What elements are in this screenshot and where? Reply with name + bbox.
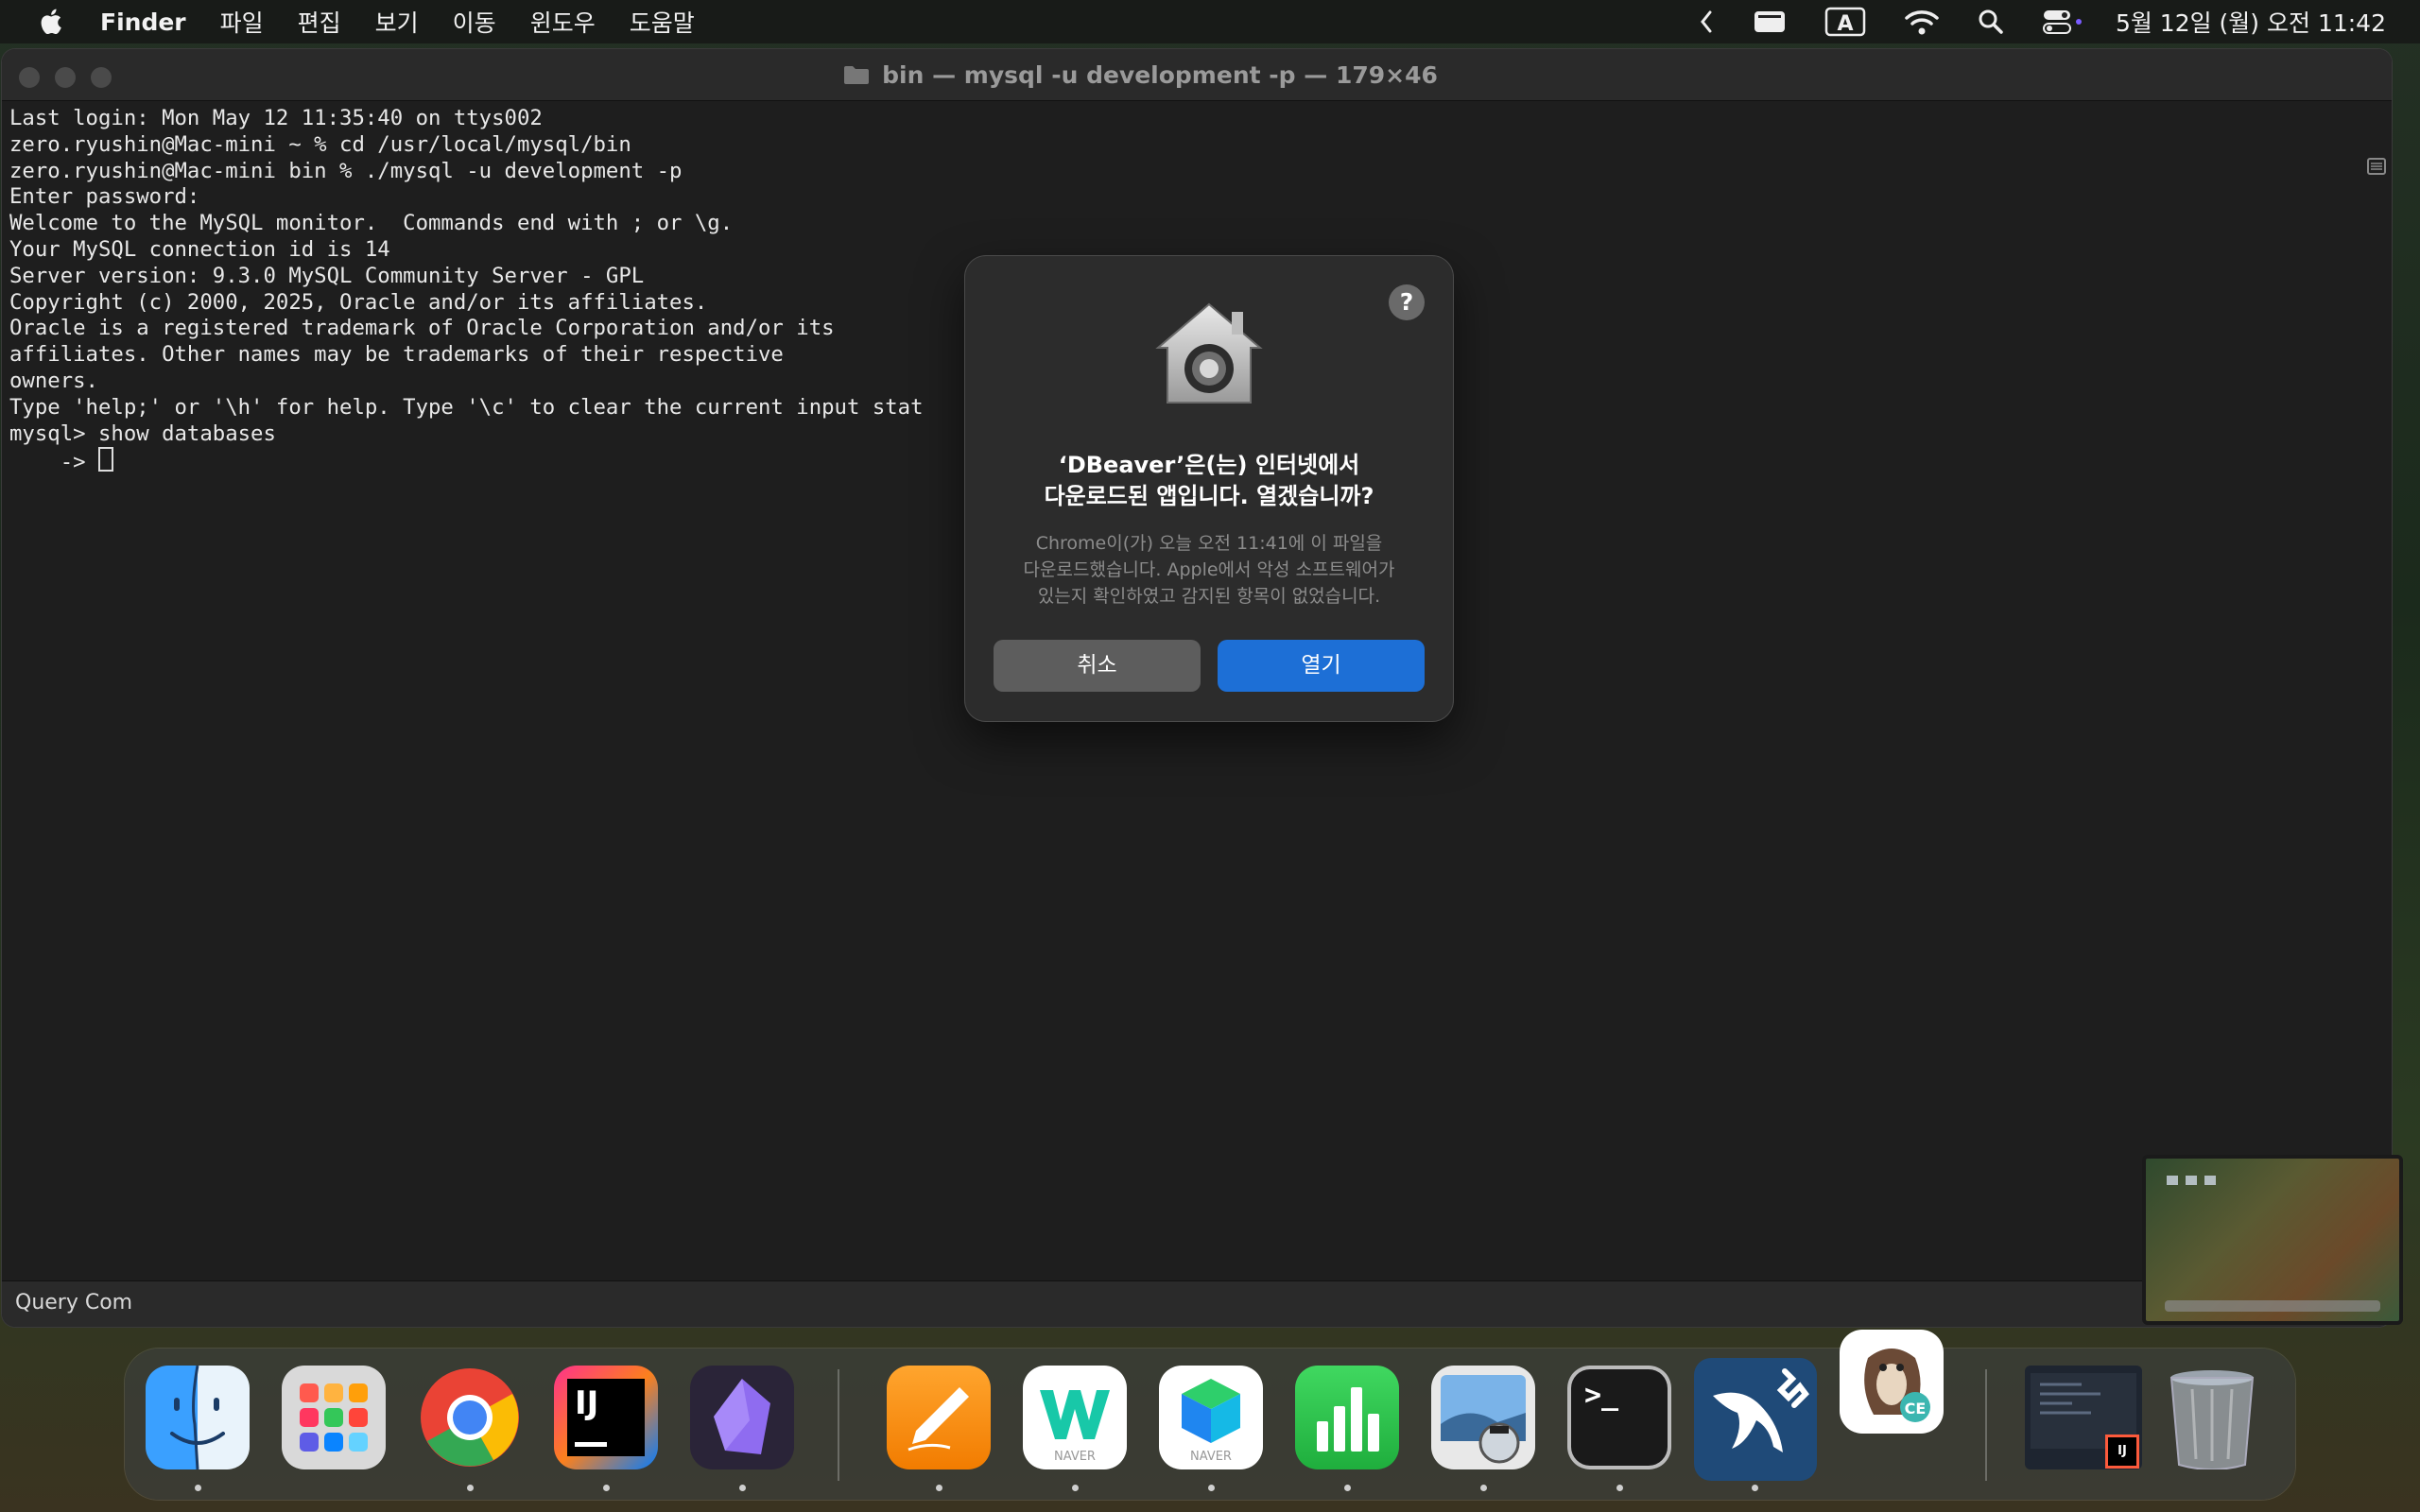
dock-dbeaver[interactable]: CE <box>1840 1330 1944 1434</box>
control-center-icon[interactable] <box>2042 8 2083 36</box>
dock-terminal[interactable]: >_ <box>1567 1366 1671 1469</box>
naver-box-label: NAVER <box>1190 1450 1232 1464</box>
running-indicator <box>1480 1485 1487 1491</box>
dialog-heading-line: ‘DBeaver’은(는) 인터넷에서 <box>1058 452 1360 478</box>
help-button[interactable]: ? <box>1389 284 1425 320</box>
intellij-small-badge: IJ <box>2108 1437 2136 1466</box>
terminal-title: bin — mysql -u development -p — 179×46 <box>842 61 1438 89</box>
dock-pages[interactable] <box>887 1366 991 1469</box>
obsidian-icon <box>714 1379 770 1454</box>
dialog-message: Chrome이(가) 오늘 오전 11:41에 이 파일을 다운로드했습니다. … <box>994 530 1425 610</box>
folder-icon <box>844 66 870 84</box>
menu-help[interactable]: 도움말 <box>630 5 695 39</box>
dock-mysql-workbench[interactable] <box>1694 1358 1817 1481</box>
dialog-heading-line: 다운로드된 앱입니다. 열겠습니까? <box>1044 483 1374 509</box>
menu-window[interactable]: 윈도우 <box>530 5 596 39</box>
dock-obsidian[interactable] <box>690 1366 794 1469</box>
cancel-button[interactable]: 취소 <box>994 640 1201 692</box>
intellij-underline <box>575 1442 607 1447</box>
pages-pen-icon <box>908 1387 969 1452</box>
chrome-icon <box>421 1368 519 1467</box>
dock-naver-box[interactable]: NAVER <box>1159 1366 1263 1469</box>
gatekeeper-house-icon <box>1155 302 1263 404</box>
naver-box-cube-icon: NAVER <box>1182 1379 1240 1464</box>
dock: IJ NAVER NAVER >_ CE IJ <box>125 1330 2295 1500</box>
numbers-bars-icon <box>1317 1387 1379 1452</box>
wifi-icon[interactable] <box>1904 8 1940 36</box>
menu-bar: Finder 파일 편집 보기 이동 윈도우 도움말 A 5월 12일 (월) … <box>0 0 2420 43</box>
status-bar: Query Com <box>2 1280 2392 1327</box>
dialog-message-line: 다운로드했습니다. Apple에서 악성 소프트웨어가 <box>1023 559 1395 580</box>
menu-bar-clock[interactable]: 5월 12일 (월) 오전 11:42 <box>2116 5 2386 39</box>
input-source-label: A <box>1837 12 1853 36</box>
running-indicator <box>1208 1485 1215 1491</box>
mysql-dolphin-icon <box>1713 1368 1809 1452</box>
intellij-logo-text: IJ <box>575 1384 599 1422</box>
dock-trash[interactable] <box>2157 1366 2267 1469</box>
dock-finder[interactable] <box>146 1366 250 1469</box>
terminal-continuation-prompt: -> <box>9 450 98 475</box>
terminal-scrollbar[interactable] <box>2363 102 2392 1274</box>
open-app-dialog: ? ‘DBeaver’은(는) 인터넷에서 다운로드된 앱입니다. 열겠습니까?… <box>965 256 1453 721</box>
terminal-app-icon: >_ <box>1584 1379 1619 1412</box>
naver-label: NAVER <box>1054 1450 1096 1464</box>
dialog-heading: ‘DBeaver’은(는) 인터넷에서 다운로드된 앱입니다. 열겠습니까? <box>984 450 1434 512</box>
menu-edit[interactable]: 편집 <box>298 5 341 39</box>
running-indicator <box>1072 1485 1079 1491</box>
terminal-line: Last login: Mon May 12 11:35:40 on ttys0… <box>9 106 543 130</box>
chevron-left-icon[interactable] <box>1698 9 1715 34</box>
running-indicator <box>739 1485 746 1491</box>
terminal-line: zero.ryushin@Mac-mini bin % ./mysql -u d… <box>9 158 683 183</box>
trash-icon <box>2169 1370 2255 1469</box>
dock-launchpad[interactable] <box>282 1366 386 1469</box>
terminal-line: Enter password: <box>9 184 200 210</box>
dock-separator <box>1985 1369 1987 1481</box>
running-indicator <box>1752 1485 1758 1491</box>
status-text: Query Com <box>15 1291 133 1314</box>
running-indicator <box>1344 1485 1351 1491</box>
close-window-button[interactable] <box>19 67 40 88</box>
minimize-window-button[interactable] <box>55 67 76 88</box>
dock-preview[interactable] <box>1431 1366 1535 1469</box>
running-indicator <box>195 1485 201 1491</box>
terminal-cursor <box>97 447 113 472</box>
intellij-icon: IJ <box>567 1379 645 1456</box>
terminal-line: zero.ryushin@Mac-mini ~ % cd /usr/local/… <box>9 131 631 157</box>
display-icon[interactable] <box>1753 9 1787 35</box>
menu-bar-status-area: A 5월 12일 (월) 오전 11:42 <box>1660 0 2386 43</box>
running-indicator <box>1616 1485 1623 1491</box>
dock-minimized-window[interactable]: IJ <box>2025 1366 2142 1469</box>
dock-intellij[interactable]: IJ <box>554 1366 658 1469</box>
preview-icon <box>1441 1375 1526 1464</box>
dbeaver-beaver-icon: CE <box>1864 1349 1930 1422</box>
terminal-title-bar[interactable]: bin — mysql -u development -p — 179×46 <box>2 49 2392 101</box>
terminal-line: Welcome to the MySQL monitor. Commands e… <box>9 211 734 236</box>
terminal-title-text: bin — mysql -u development -p — 179×46 <box>882 60 1438 89</box>
launchpad-grid-icon <box>300 1383 368 1452</box>
dialog-message-line: Chrome이(가) 오늘 오전 11:41에 이 파일을 <box>1035 533 1383 554</box>
dbeaver-edition-badge: CE <box>1905 1400 1927 1418</box>
window-preview-thumbnail[interactable] <box>2142 1155 2403 1325</box>
apple-logo-icon[interactable] <box>36 6 68 38</box>
zoom-window-button[interactable] <box>91 67 112 88</box>
dock-numbers[interactable] <box>1295 1366 1399 1469</box>
running-indicator <box>603 1485 610 1491</box>
finder-icon <box>170 1366 225 1469</box>
running-indicator <box>467 1485 474 1491</box>
running-indicator <box>936 1485 942 1491</box>
spotlight-search-icon[interactable] <box>1978 9 2004 35</box>
dock-chrome[interactable] <box>418 1366 522 1469</box>
open-button[interactable]: 열기 <box>1218 640 1425 692</box>
menu-go[interactable]: 이동 <box>453 5 496 39</box>
naver-whale-icon: NAVER <box>1040 1390 1110 1464</box>
scroll-marker-icon <box>2367 158 2386 175</box>
menu-file[interactable]: 파일 <box>220 5 264 39</box>
dialog-message-line: 있는지 확인하였고 감지된 항목이 없었습니다. <box>1037 586 1381 607</box>
menu-app-name[interactable]: Finder <box>100 9 186 36</box>
dock-naver-whale[interactable]: NAVER <box>1023 1366 1127 1469</box>
thumbnail-preview-image <box>2165 1176 2380 1312</box>
input-source-icon[interactable]: A <box>1824 7 1866 37</box>
menu-view[interactable]: 보기 <box>375 5 419 39</box>
dock-separator <box>838 1369 839 1481</box>
